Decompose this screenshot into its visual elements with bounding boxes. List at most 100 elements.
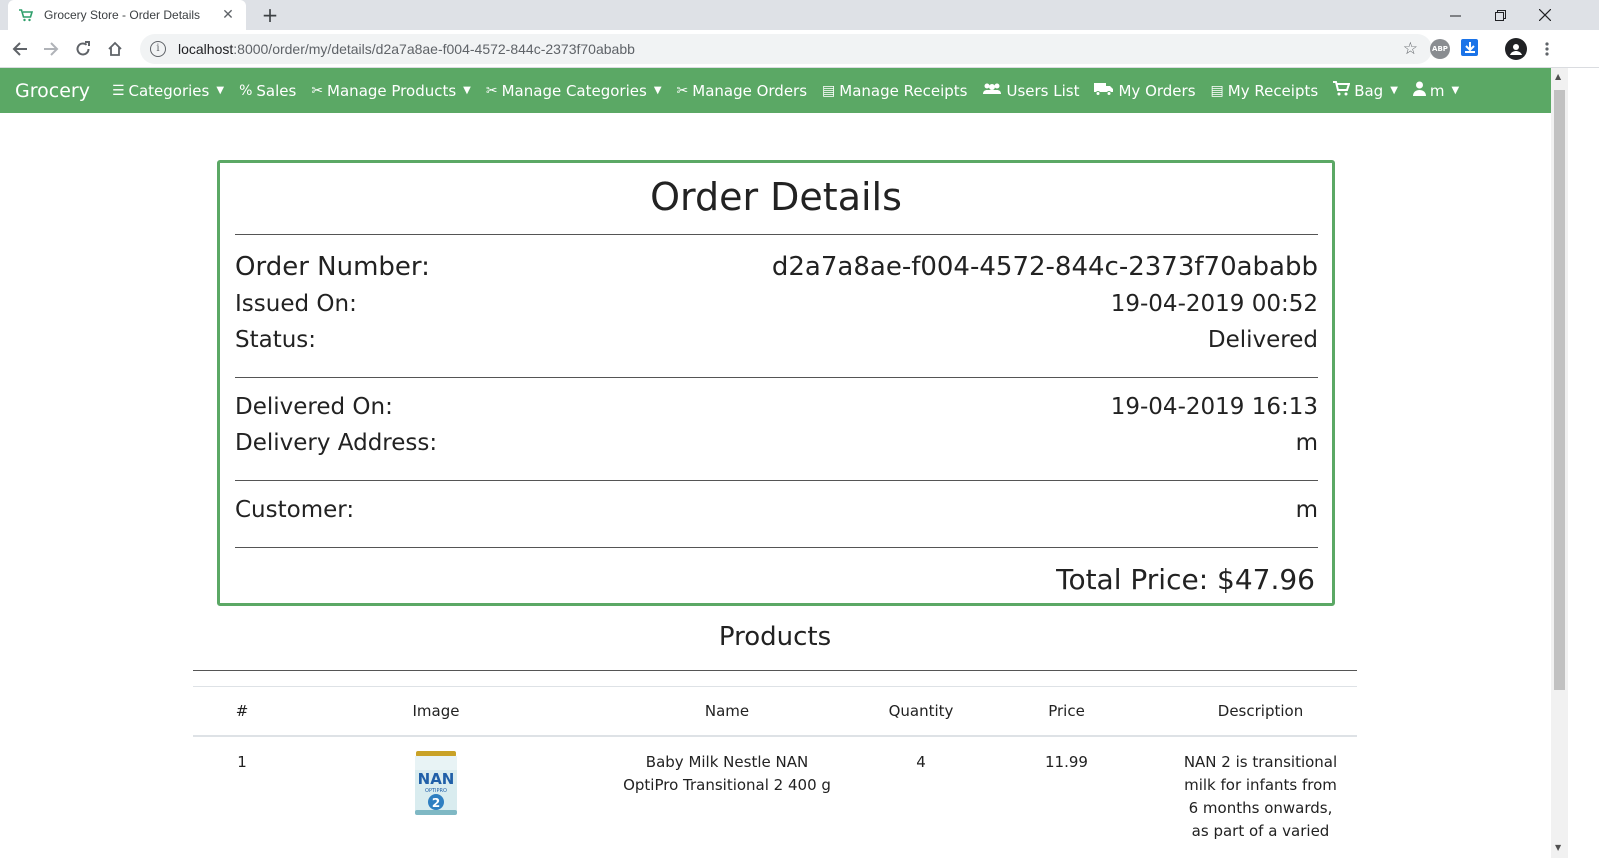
products-heading: Products (718, 622, 832, 652)
can-brand-text: NAN (418, 770, 455, 788)
delivery-address-row: Delivery Address: m (235, 430, 1318, 456)
header-name: Name (704, 702, 750, 720)
scroll-up-icon[interactable]: ▲ (1555, 72, 1561, 81)
url-host: localhost (178, 41, 234, 57)
nav-manage-receipts-label: Manage Receipts (839, 81, 968, 100)
order-number-row: Order Number: d2a7a8ae-f004-4572-844c-23… (235, 252, 1318, 282)
bookmark-star-icon[interactable]: ☆ (1403, 39, 1418, 59)
can-number-text: 2 (432, 796, 440, 810)
chevron-down-icon: ▼ (653, 85, 662, 96)
table-row: 1 NAN OPTIPRO 2 Baby Milk Nestle NAN Opt… (193, 737, 1357, 843)
product-thumbnail: NAN OPTIPRO 2 (414, 751, 458, 817)
status-label: Status: (235, 327, 317, 353)
nav-categories-label: Categories (128, 81, 210, 100)
nav-manage-products[interactable]: ✂ Manage Products ▼ (311, 82, 471, 100)
delivery-address-label: Delivery Address: (235, 430, 438, 456)
chevron-down-icon: ▼ (463, 85, 471, 96)
chevron-down-icon: ▼ (1390, 85, 1398, 96)
brand-link[interactable]: Grocery (15, 80, 90, 102)
status-row: Status: Delivered (235, 327, 1318, 353)
close-window-button[interactable] (1522, 0, 1568, 30)
nav-user-menu[interactable]: m ▼ (1412, 81, 1460, 100)
tools-icon: ✂ (485, 82, 498, 99)
browser-tab[interactable]: Grocery Store - Order Details ✕ (8, 0, 246, 30)
file-icon: ▤ (1210, 82, 1224, 99)
home-icon[interactable] (103, 37, 127, 61)
nav-manage-products-label: Manage Products (327, 81, 457, 100)
users-icon (982, 82, 1002, 99)
forward-arrow-icon[interactable] (39, 37, 63, 61)
file-icon: ▤ (822, 82, 836, 99)
profile-avatar-icon[interactable] (1505, 38, 1527, 60)
tools-icon: ✂ (311, 82, 324, 99)
nav-my-receipts-label: My Receipts (1227, 81, 1319, 100)
restore-button[interactable] (1477, 0, 1523, 30)
cart-favicon-icon (18, 7, 34, 23)
customer-label: Customer: (235, 497, 355, 523)
url-bar[interactable]: i localhost:8000/order/my/details/d2a7a8… (140, 34, 1432, 64)
user-icon (1412, 81, 1426, 100)
order-number-label: Order Number: (235, 252, 430, 282)
nav-my-receipts[interactable]: ▤ My Receipts (1211, 82, 1319, 100)
divider (193, 670, 1357, 671)
nav-users-list-label: Users List (1006, 81, 1080, 100)
page-title: Order Details (650, 175, 902, 219)
status-value: Delivered (1207, 327, 1318, 353)
order-number-value: d2a7a8ae-f004-4572-844c-2373f70ababb (771, 252, 1318, 282)
chevron-down-icon: ▼ (1451, 85, 1460, 96)
delivery-address-value: m (1295, 430, 1318, 456)
site-info-icon[interactable]: i (150, 41, 166, 57)
product-quantity: 4 (916, 753, 926, 771)
nav-users-list[interactable]: Users List (982, 82, 1079, 100)
order-details-card: Order Details Order Number: d2a7a8ae-f00… (217, 160, 1335, 606)
nav-bag[interactable]: Bag ▼ (1333, 81, 1398, 100)
nav-sales[interactable]: % Sales (239, 82, 296, 100)
new-tab-button[interactable]: + (258, 3, 282, 27)
page-scrollbar[interactable]: ▲ ▼ (1551, 68, 1568, 858)
close-tab-icon[interactable]: ✕ (220, 7, 236, 23)
header-description: Description (1217, 702, 1304, 720)
nav-manage-categories[interactable]: ✂ Manage Categories ▼ (486, 82, 662, 100)
table-header: # Image Name Quantity Price Description (193, 686, 1357, 737)
product-name: Baby Milk Nestle NAN OptiPro Transitiona… (623, 753, 831, 794)
nav-categories[interactable]: ☰ Categories ▼ (112, 82, 224, 100)
nav-manage-orders-label: Manage Orders (692, 81, 808, 100)
nav-bag-label: Bag (1354, 81, 1384, 100)
chevron-down-icon: ▼ (216, 85, 225, 96)
tools-icon: ✂ (676, 82, 689, 99)
issued-on-row: Issued On: 19-04-2019 00:52 (235, 291, 1318, 317)
adblock-extension-icon[interactable]: ABP (1430, 39, 1450, 59)
product-description: NAN 2 is transitional milk for infants f… (1183, 753, 1338, 840)
scrollbar-thumb[interactable] (1554, 90, 1565, 690)
nav-manage-categories-label: Manage Categories (501, 81, 647, 100)
header-quantity: Quantity (888, 702, 954, 720)
delivered-on-row: Delivered On: 19-04-2019 16:13 (235, 394, 1318, 420)
site-navbar: Grocery ☰ Categories ▼ % Sales ✂ Manage … (0, 68, 1551, 113)
product-price: 11.99 (1045, 753, 1088, 771)
nav-my-orders-label: My Orders (1118, 81, 1196, 100)
can-sub-text: OPTIPRO (425, 788, 447, 794)
minimize-button[interactable] (1432, 0, 1478, 30)
scroll-down-icon[interactable]: ▼ (1555, 843, 1561, 852)
nav-manage-orders[interactable]: ✂ Manage Orders (677, 82, 808, 100)
divider (235, 547, 1318, 548)
percent-icon: % (239, 82, 253, 99)
issued-on-value: 19-04-2019 00:52 (1110, 291, 1318, 317)
nav-manage-receipts[interactable]: ▤ Manage Receipts (822, 82, 967, 100)
browser-menu-icon[interactable] (1535, 37, 1559, 61)
truck-icon (1094, 82, 1114, 100)
download-extension-icon[interactable] (1461, 39, 1478, 56)
row-index: 1 (237, 753, 247, 771)
url-path: :8000/order/my/details/d2a7a8ae-f004-457… (233, 41, 635, 57)
total-price: Total Price: $47.96 (1056, 563, 1315, 596)
reload-icon[interactable] (71, 37, 95, 61)
address-toolbar: i localhost:8000/order/my/details/d2a7a8… (0, 30, 1599, 68)
product-image[interactable]: NAN OPTIPRO 2 (291, 751, 581, 843)
nav-user-label: m (1429, 81, 1445, 100)
back-arrow-icon[interactable] (8, 37, 32, 61)
delivered-on-label: Delivered On: (235, 394, 393, 420)
header-price: Price (1048, 702, 1085, 720)
customer-row: Customer: m (235, 497, 1318, 523)
nav-my-orders[interactable]: My Orders (1094, 81, 1196, 100)
cart-icon (1333, 81, 1351, 100)
